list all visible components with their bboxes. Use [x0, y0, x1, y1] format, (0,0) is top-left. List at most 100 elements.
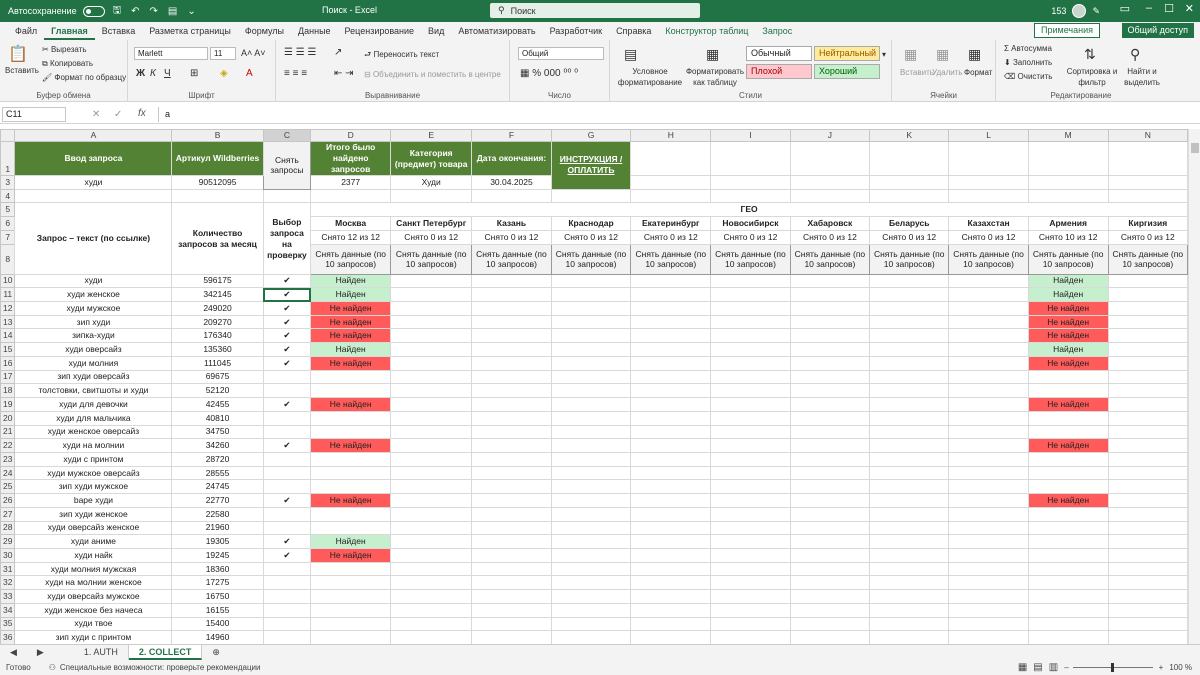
cell[interactable]: [390, 287, 473, 303]
cell[interactable]: [471, 287, 552, 303]
cell[interactable]: [710, 424, 791, 440]
cell[interactable]: [948, 141, 1029, 176]
cell[interactable]: [1107, 589, 1188, 604]
formula-input[interactable]: a: [158, 107, 1188, 122]
column-header[interactable]: H: [630, 129, 712, 142]
cell[interactable]: [550, 479, 632, 495]
cell[interactable]: [390, 479, 473, 495]
check-icon[interactable]: ✔: [262, 493, 312, 508]
notes-button[interactable]: Примечания: [1034, 23, 1100, 38]
cell[interactable]: [390, 301, 473, 316]
cell[interactable]: [869, 561, 950, 577]
cell[interactable]: [710, 465, 791, 481]
armenia-status[interactable]: [1027, 602, 1109, 618]
cell[interactable]: [1107, 493, 1188, 508]
vertical-scrollbar[interactable]: [1188, 129, 1200, 644]
cell[interactable]: [630, 602, 712, 618]
tab-review[interactable]: Рецензирование: [338, 22, 422, 40]
cell[interactable]: [1107, 520, 1188, 536]
cell[interactable]: [948, 369, 1029, 385]
row-header[interactable]: 14: [0, 328, 16, 344]
conditional-formatting-button[interactable]: Условное форматирование: [612, 66, 688, 88]
pen-icon[interactable]: ✎: [1092, 6, 1100, 17]
cell[interactable]: [630, 383, 712, 399]
armenia-status[interactable]: Не найден: [1027, 438, 1109, 453]
cell[interactable]: [1027, 141, 1109, 176]
cell[interactable]: [471, 314, 552, 330]
cell[interactable]: [550, 301, 632, 316]
cell[interactable]: [471, 451, 552, 467]
cell[interactable]: [1107, 616, 1188, 632]
cell[interactable]: [1107, 630, 1188, 644]
row-header[interactable]: 5: [0, 202, 16, 218]
cell[interactable]: [550, 355, 632, 371]
font-name-select[interactable]: Marlett: [134, 47, 208, 60]
cell[interactable]: [1107, 506, 1188, 522]
cell[interactable]: [869, 397, 950, 412]
row-header[interactable]: 20: [0, 410, 16, 426]
armenia-status[interactable]: [1027, 424, 1109, 440]
check-icon[interactable]: ✔: [262, 355, 312, 371]
cell[interactable]: [948, 287, 1029, 303]
column-header[interactable]: E: [390, 129, 473, 142]
cell[interactable]: [948, 438, 1029, 453]
cell[interactable]: [710, 451, 791, 467]
cell[interactable]: [789, 534, 871, 549]
check-icon[interactable]: [262, 424, 312, 440]
taken-count[interactable]: Снято 0 из 12: [948, 229, 1029, 245]
cell[interactable]: [550, 438, 632, 453]
cell[interactable]: [550, 188, 632, 204]
cell[interactable]: [550, 506, 632, 522]
cell[interactable]: [550, 314, 632, 330]
cell[interactable]: [789, 301, 871, 316]
row-header[interactable]: 32: [0, 575, 16, 591]
fill-color-icon[interactable]: ◈: [220, 68, 228, 79]
armenia-status[interactable]: Не найден: [1027, 493, 1109, 508]
cell[interactable]: [471, 438, 552, 453]
row-header[interactable]: 34: [0, 602, 16, 618]
cell[interactable]: [630, 424, 712, 440]
accessibility-status[interactable]: Специальные возможности: проверьте реком…: [56, 663, 261, 672]
query-count[interactable]: 209270: [171, 314, 264, 330]
cell[interactable]: [550, 287, 632, 303]
cell[interactable]: [869, 479, 950, 495]
moscow-status[interactable]: [310, 575, 392, 591]
tab-help[interactable]: Справка: [609, 22, 658, 40]
cell[interactable]: [550, 369, 632, 385]
check-icon[interactable]: [262, 383, 312, 399]
sheet-tab-auth[interactable]: 1. AUTH: [74, 645, 129, 660]
armenia-status[interactable]: [1027, 369, 1109, 385]
query-text[interactable]: худи аниме: [14, 534, 173, 549]
tab-table-design[interactable]: Конструктор таблиц: [658, 22, 755, 40]
cell[interactable]: [390, 273, 473, 289]
user-account[interactable]: 153 ✎: [1051, 4, 1100, 18]
check-icon[interactable]: ✔: [262, 314, 312, 330]
cell[interactable]: [1107, 369, 1188, 385]
orientation-icon[interactable]: ↗: [334, 47, 342, 58]
cell[interactable]: [1107, 561, 1188, 577]
query-text[interactable]: худи для девочки: [14, 397, 173, 412]
insert-cells-button[interactable]: Вставить: [900, 68, 934, 77]
cell[interactable]: [710, 301, 791, 316]
cell[interactable]: [471, 424, 552, 440]
query-count[interactable]: 14960: [171, 630, 264, 644]
cell[interactable]: [1107, 547, 1188, 563]
cell[interactable]: [390, 342, 473, 357]
cell[interactable]: [948, 630, 1029, 644]
cell[interactable]: [948, 493, 1029, 508]
column-header[interactable]: N: [1107, 129, 1188, 142]
collect-data-button[interactable]: Снять данные (по 10 запросов): [310, 243, 392, 275]
row-header[interactable]: 27: [0, 506, 16, 522]
cell[interactable]: [710, 188, 791, 204]
moscow-status[interactable]: Не найден: [310, 301, 392, 316]
armenia-status[interactable]: [1027, 616, 1109, 632]
autosum-button[interactable]: Σ Автосумма: [1004, 44, 1052, 53]
cell[interactable]: [710, 175, 791, 190]
cell[interactable]: [869, 188, 950, 204]
armenia-status[interactable]: Не найден: [1027, 355, 1109, 371]
end-date-value[interactable]: 30.04.2025: [471, 175, 552, 190]
cell[interactable]: [471, 342, 552, 357]
cell[interactable]: [390, 534, 473, 549]
maximize-icon[interactable]: ☐: [1164, 2, 1174, 15]
tab-file[interactable]: Файл: [8, 22, 44, 40]
